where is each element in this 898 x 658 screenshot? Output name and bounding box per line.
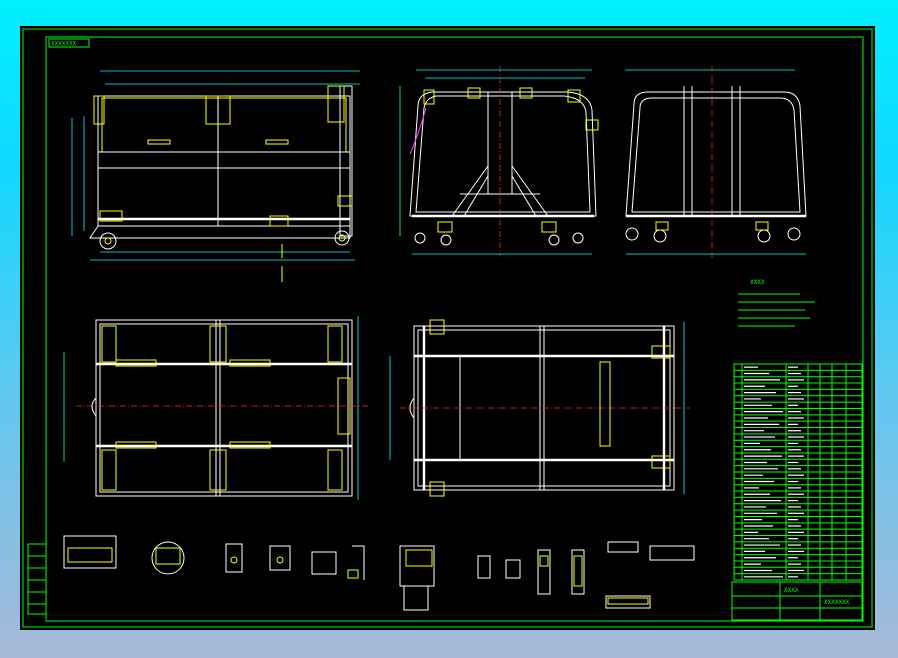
revision-strip — [27, 543, 47, 615]
title-block: XXXX XXXXXXX — [731, 581, 863, 621]
bill-of-materials — [733, 363, 863, 581]
technical-notes: XXXX — [738, 279, 815, 327]
title-block-code: XXXXXXX — [824, 599, 850, 606]
side-view — [399, 66, 599, 256]
notes-heading: XXXX — [750, 279, 765, 286]
title-tag-text: XXXXXXX — [51, 41, 77, 48]
bottom-view — [389, 319, 690, 497]
rear-view — [625, 66, 807, 258]
outer-border — [22, 28, 873, 628]
title-block-name: XXXX — [784, 587, 799, 594]
detail-views — [63, 535, 695, 611]
cad-drawing-sheet: XXXXXXX XXXX XXXX XXXXXXX — [20, 26, 875, 630]
front-view — [71, 70, 360, 282]
plan-view — [63, 316, 370, 500]
